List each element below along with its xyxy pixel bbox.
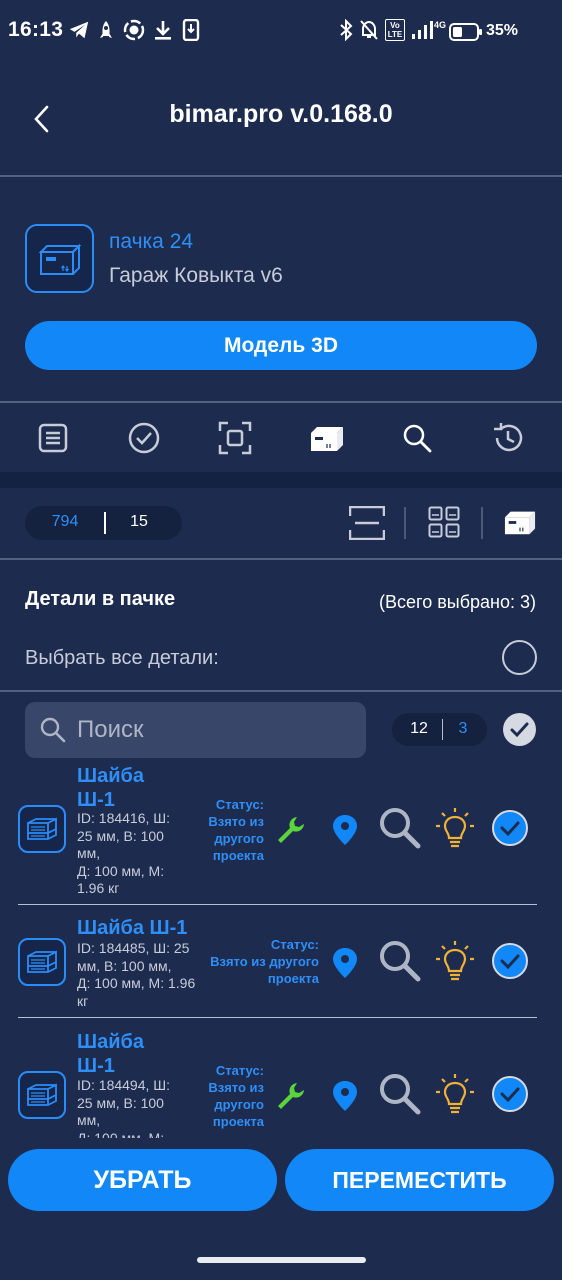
remove-button[interactable]: УБРАТЬ	[8, 1149, 277, 1211]
rocket-icon	[98, 20, 114, 42]
tab-list[interactable]	[36, 421, 70, 455]
mute-bell-icon	[359, 19, 379, 41]
tab-checked[interactable]	[127, 421, 161, 455]
network-type: 4G	[434, 20, 447, 30]
scan-icon	[349, 506, 385, 540]
battery-percent: 35%	[485, 22, 518, 39]
battery-icon	[449, 23, 483, 41]
package-view-button[interactable]	[502, 506, 538, 538]
list-item[interactable]: Шайба Ш-1 ID: 184494, Ш: 25 мм, В: 100 м…	[0, 1018, 562, 1138]
scan-frame-icon	[218, 421, 252, 455]
washer-icon	[18, 1071, 66, 1119]
item-checkbox[interactable]	[492, 810, 528, 846]
tab-history[interactable]	[491, 421, 525, 455]
item-title: Шайба Ш-1	[77, 765, 144, 811]
details-divider	[0, 690, 562, 692]
pack-name[interactable]: пачка 24	[109, 230, 193, 254]
check-all-button[interactable]	[503, 713, 536, 746]
telegram-icon	[68, 19, 90, 41]
check-icon	[510, 722, 529, 738]
pack-counter: 794 15	[25, 506, 182, 540]
item-title: Шайба Ш-1	[77, 917, 188, 939]
project-name: Гараж Ковыкта v6	[109, 264, 283, 287]
tab-bar	[0, 404, 562, 472]
item-status: Статус: Взято из другого проекта	[208, 797, 264, 863]
volte-icon: Vo LTE	[385, 19, 405, 41]
search-icon	[403, 424, 432, 453]
item-checkbox[interactable]	[492, 1076, 528, 1112]
washer-icon	[18, 938, 66, 986]
tab-strip	[0, 472, 562, 488]
location-icon[interactable]	[332, 947, 358, 979]
details-title: Детали в пачке	[25, 588, 176, 610]
select-all-radio[interactable]	[502, 640, 537, 675]
search-icon[interactable]	[378, 1072, 422, 1116]
lightbulb-icon[interactable]	[435, 807, 475, 849]
total-count: 794	[51, 513, 79, 530]
grid-icon	[428, 506, 460, 538]
download-icon	[153, 19, 173, 41]
section-divider	[0, 401, 562, 403]
tab-package[interactable]	[308, 421, 346, 455]
check-icon	[500, 954, 520, 970]
check-icon	[500, 1087, 520, 1103]
search-icon	[40, 717, 66, 743]
item-desc: ID: 184485, Ш: 25 мм, В: 100 мм, Д: 100 …	[77, 940, 196, 1009]
count-b: 3	[458, 720, 468, 737]
signal-icon	[411, 20, 435, 40]
location-icon[interactable]	[332, 814, 358, 846]
search-icon[interactable]	[378, 806, 422, 850]
search-placeholder: Поиск	[77, 716, 144, 743]
selected-count: (Всего выбрано: 3)	[379, 592, 536, 612]
package-icon	[504, 511, 536, 535]
grid-view-button[interactable]	[428, 506, 460, 538]
list-icon	[38, 423, 68, 453]
tab-search[interactable]	[400, 421, 434, 455]
bluetooth-icon	[339, 19, 353, 41]
search-icon[interactable]	[378, 939, 422, 983]
pack-count: 15	[130, 513, 148, 530]
model-3d-button[interactable]: Модель 3D	[25, 321, 537, 370]
record-icon	[123, 19, 145, 41]
item-checkbox[interactable]	[492, 943, 528, 979]
details-list: Шайба Ш-1 ID: 184416, Ш: 25 мм, В: 100 м…	[0, 760, 562, 1138]
item-title: Шайба Ш-1	[77, 1031, 144, 1077]
header-divider	[0, 175, 562, 177]
item-desc: ID: 184416, Ш: 25 мм, В: 100 мм, Д: 100 …	[77, 810, 170, 896]
page-title: bimar.pro v.0.168.0	[169, 100, 393, 128]
phone-download-icon	[182, 19, 200, 41]
count-a: 12	[410, 720, 428, 737]
item-status: Статус: Взято из другого проекта	[210, 937, 319, 986]
select-all-label: Выбрать все детали:	[25, 647, 219, 669]
list-item[interactable]: Шайба Ш-1 ID: 184485, Ш: 25 мм, В: 100 м…	[0, 905, 562, 1018]
lightbulb-icon[interactable]	[435, 940, 475, 982]
item-desc: ID: 184494, Ш: 25 мм, В: 100 мм, Д: 100 …	[77, 1077, 170, 1138]
scan-button[interactable]	[349, 506, 385, 540]
move-button[interactable]: ПЕРЕМЕСТИТЬ	[285, 1149, 554, 1211]
location-icon[interactable]	[332, 1080, 358, 1112]
wrench-icon[interactable]	[275, 814, 307, 846]
item-status: Статус: Взято из другого проекта	[208, 1063, 264, 1129]
washer-icon	[18, 805, 66, 853]
home-indicator[interactable]	[197, 1257, 366, 1263]
clock: 16:13	[8, 18, 64, 41]
history-icon	[494, 423, 523, 452]
lightbulb-icon[interactable]	[435, 1073, 475, 1115]
wrench-icon[interactable]	[275, 1080, 307, 1112]
list-item[interactable]: Шайба Ш-1 ID: 184416, Ш: 25 мм, В: 100 м…	[0, 760, 562, 905]
package-icon	[311, 427, 343, 451]
check-circle-icon	[128, 422, 160, 454]
check-icon	[500, 821, 520, 837]
tab-scan[interactable]	[218, 421, 252, 455]
search-counter: 12 3	[392, 713, 487, 746]
status-bar: 16:13 Vo LTE 4G 35%	[0, 0, 562, 64]
package-icon	[25, 224, 94, 293]
counter-divider	[0, 558, 562, 560]
